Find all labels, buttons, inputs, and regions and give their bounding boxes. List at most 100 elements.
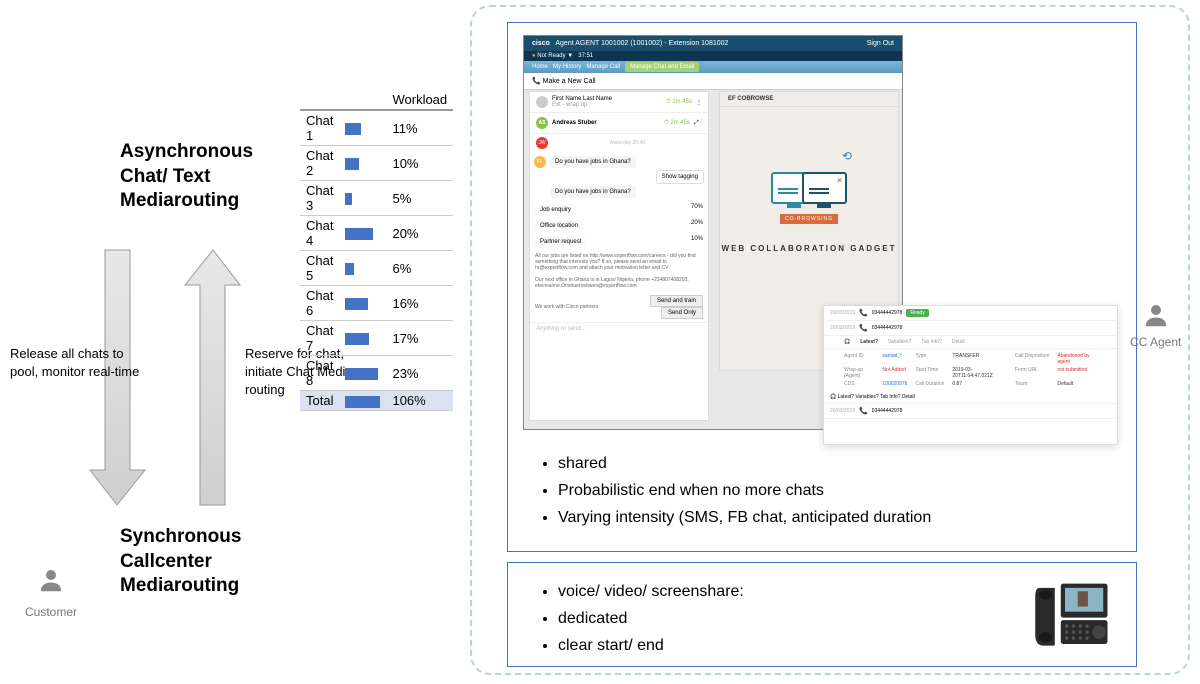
- chat-note: We work with Cisco partners: [530, 301, 643, 313]
- chat-stat-row: Job enquiry70%: [530, 202, 708, 218]
- heading-synchronous: Synchronous Callcenter Mediarouting: [120, 525, 241, 599]
- list-item: shared: [558, 450, 931, 477]
- table-row: Chat 210%: [300, 146, 453, 181]
- tab[interactable]: Detail: [952, 339, 965, 345]
- table-row: Chat 56%: [300, 251, 453, 286]
- avatar-icon: [536, 96, 548, 108]
- menu-home[interactable]: Home: [532, 64, 548, 70]
- menu-chat[interactable]: Manage Chat and Email: [625, 62, 699, 72]
- top-bullet-list: sharedProbabilistic end when no more cha…: [508, 450, 931, 532]
- arrow-label-release: Release all chats to pool, monitor real-…: [10, 345, 140, 381]
- app-menu: Home My History Manage Call Manage Chat …: [524, 61, 902, 73]
- ready-badge: Ready: [906, 309, 928, 317]
- table-row: Chat 111%: [300, 110, 453, 146]
- details-entry[interactable]: 20/03/2019 📞 03444442978: [824, 403, 1117, 419]
- top-blue-box: cisco Agent AGENT 1001002 (1001002) - Ex…: [507, 22, 1137, 552]
- heading-asynchronous: Asynchronous Chat/ Text Mediarouting: [120, 140, 253, 214]
- app-title: Agent AGENT 1001002 (1001002) - Extensio…: [555, 40, 728, 47]
- sign-out-link[interactable]: Sign Out: [867, 40, 894, 47]
- send-only-button[interactable]: Send Only: [661, 307, 703, 319]
- detail-cell: Default: [1057, 381, 1097, 387]
- customer-icon-block: Customer: [25, 565, 77, 619]
- detail-cell: 2019-03-20T11:04:47.021Z: [952, 367, 1007, 379]
- menu-call[interactable]: Manage Call: [586, 64, 620, 70]
- contact-row-top[interactable]: First Name Last Name Ext - wrap up ⏱ 2m …: [530, 92, 708, 113]
- detail-cell: Type: [915, 353, 944, 365]
- detail-cell: Abandoned by agent: [1057, 353, 1097, 365]
- avatar-icon: JW: [536, 137, 548, 149]
- cobrowse-monitors-icon: ⟲ × ×: [771, 157, 847, 206]
- cc-agent-label: CC Agent: [1130, 335, 1181, 349]
- table-row: Chat 616%: [300, 286, 453, 321]
- workload-table: Workload Chat 111%Chat 210%Chat 35%Chat …: [300, 90, 453, 411]
- detail-cell: Agent ID: [844, 353, 874, 365]
- details-entry[interactable]: 20/03/2019 📞 03444442978 Ready: [824, 306, 1117, 321]
- screenshot-area: cisco Agent AGENT 1001002 (1001002) - Ex…: [523, 35, 1123, 435]
- detail-cell: Start Time: [915, 367, 944, 379]
- table-total-row: Total106%: [300, 391, 453, 411]
- list-item: Probabilistic end when no more chats: [558, 477, 931, 504]
- chat-input[interactable]: Anything to send…: [530, 322, 708, 335]
- cc-agent-block: CC Agent: [1130, 300, 1181, 349]
- tab[interactable]: Variables?: [888, 339, 911, 345]
- avatar-icon: AS: [536, 117, 548, 129]
- details-grid: Agent ID samad_f Type TRANSFER Call Disposit…: [824, 349, 1117, 391]
- chat-message: Do you have jobs in Ghana?: [550, 156, 636, 168]
- detail-cell: Call Duration: [915, 381, 944, 387]
- detail-cell: samad_f: [882, 353, 907, 365]
- table-row: Chat 823%: [300, 356, 453, 391]
- table-row: Chat 420%: [300, 216, 453, 251]
- detail-cell: not submitted: [1057, 367, 1097, 379]
- cobrowse-badge: CO-BROWSING: [780, 214, 838, 224]
- phone-icon: 📞: [859, 309, 868, 317]
- send-train-button[interactable]: Send and train: [650, 295, 703, 307]
- detail-cell: Form URL: [1015, 367, 1049, 379]
- detail-cell: Not Added: [882, 367, 907, 379]
- avatar-icon: FL: [534, 156, 546, 168]
- table-row: Chat 717%: [300, 321, 453, 356]
- details-entry[interactable]: 🎧 Latest? Variables? Tab Info? Detail: [824, 391, 1117, 403]
- kebab-icon[interactable]: ⋮: [696, 99, 702, 106]
- swap-arrows-icon: ⟲: [842, 149, 852, 163]
- details-entry[interactable]: 20/03/2019 📞 03444442978: [824, 321, 1117, 336]
- detail-cell: TRANSFER: [952, 353, 1007, 365]
- app-status-bar[interactable]: ● Not Ready ▼ 37:51: [524, 51, 902, 61]
- list-item: Varying intensity (SMS, FB chat, anticip…: [558, 504, 931, 531]
- app-titlebar: cisco Agent AGENT 1001002 (1001002) - Ex…: [524, 36, 902, 51]
- detail-cell: CDS: [844, 381, 874, 387]
- timer-badge: ⏱ 2m 45s: [666, 99, 692, 106]
- detail-cell: 0.87: [952, 381, 1007, 387]
- chat-stat-row: Office location20%: [530, 218, 708, 234]
- desk-phone-icon: [1031, 578, 1116, 658]
- chat-note: Our next office in Ghana is in Lagos/ Ni…: [530, 274, 708, 292]
- left-section: Asynchronous Chat/ Text Mediarouting Syn…: [10, 0, 450, 684]
- person-icon: [36, 565, 66, 595]
- table-row: Chat 35%: [300, 181, 453, 216]
- right-dashed-panel: cisco Agent AGENT 1001002 (1001002) - Ex…: [470, 5, 1190, 675]
- phone-icon: 📞: [859, 324, 868, 332]
- detail-cell: 100020978: [882, 381, 907, 387]
- expand-icon[interactable]: ⤢ ⋮: [694, 120, 702, 127]
- chat-note: All our jobs are listed on http://www.ex…: [530, 250, 708, 274]
- bottom-blue-box: voice/ video/ screenshare:dedicatedclear…: [507, 562, 1137, 667]
- menu-history[interactable]: My History: [553, 64, 581, 70]
- detail-cell: Team: [1015, 381, 1049, 387]
- show-tagging-button[interactable]: Show tagging: [656, 170, 704, 184]
- chat-panel: First Name Last Name Ext - wrap up ⏱ 2m …: [529, 91, 709, 421]
- workload-header: Workload: [386, 90, 453, 110]
- tab[interactable]: Latest?: [860, 339, 878, 345]
- chat-message: Do you have jobs in Ghana?: [550, 186, 636, 198]
- make-call-bar[interactable]: 📞 Make a New Call: [524, 73, 902, 90]
- tab[interactable]: Tab Info?: [921, 339, 942, 345]
- phone-icon: 📞: [859, 407, 868, 415]
- detail-cell: Call Disposition: [1015, 353, 1049, 365]
- person-icon: [1141, 300, 1171, 330]
- details-tabs: 🎧 Latest? Variables? Tab Info? Detail: [824, 336, 1117, 349]
- chat-stat-row: Partner request10%: [530, 234, 708, 250]
- customer-label: Customer: [25, 605, 77, 619]
- call-details-panel: 20/03/2019 📞 03444442978 Ready 20/03/201…: [823, 305, 1118, 445]
- detail-cell: Wrap-up (Agent): [844, 367, 874, 379]
- gadget-title: WEB COLLABORATION GADGET: [720, 244, 898, 253]
- cobrowse-header: EF COBROWSE: [720, 92, 898, 107]
- contact-row-main[interactable]: AS Andreas Stuber ⏱ 2m 45s ⤢ ⋮: [530, 113, 708, 134]
